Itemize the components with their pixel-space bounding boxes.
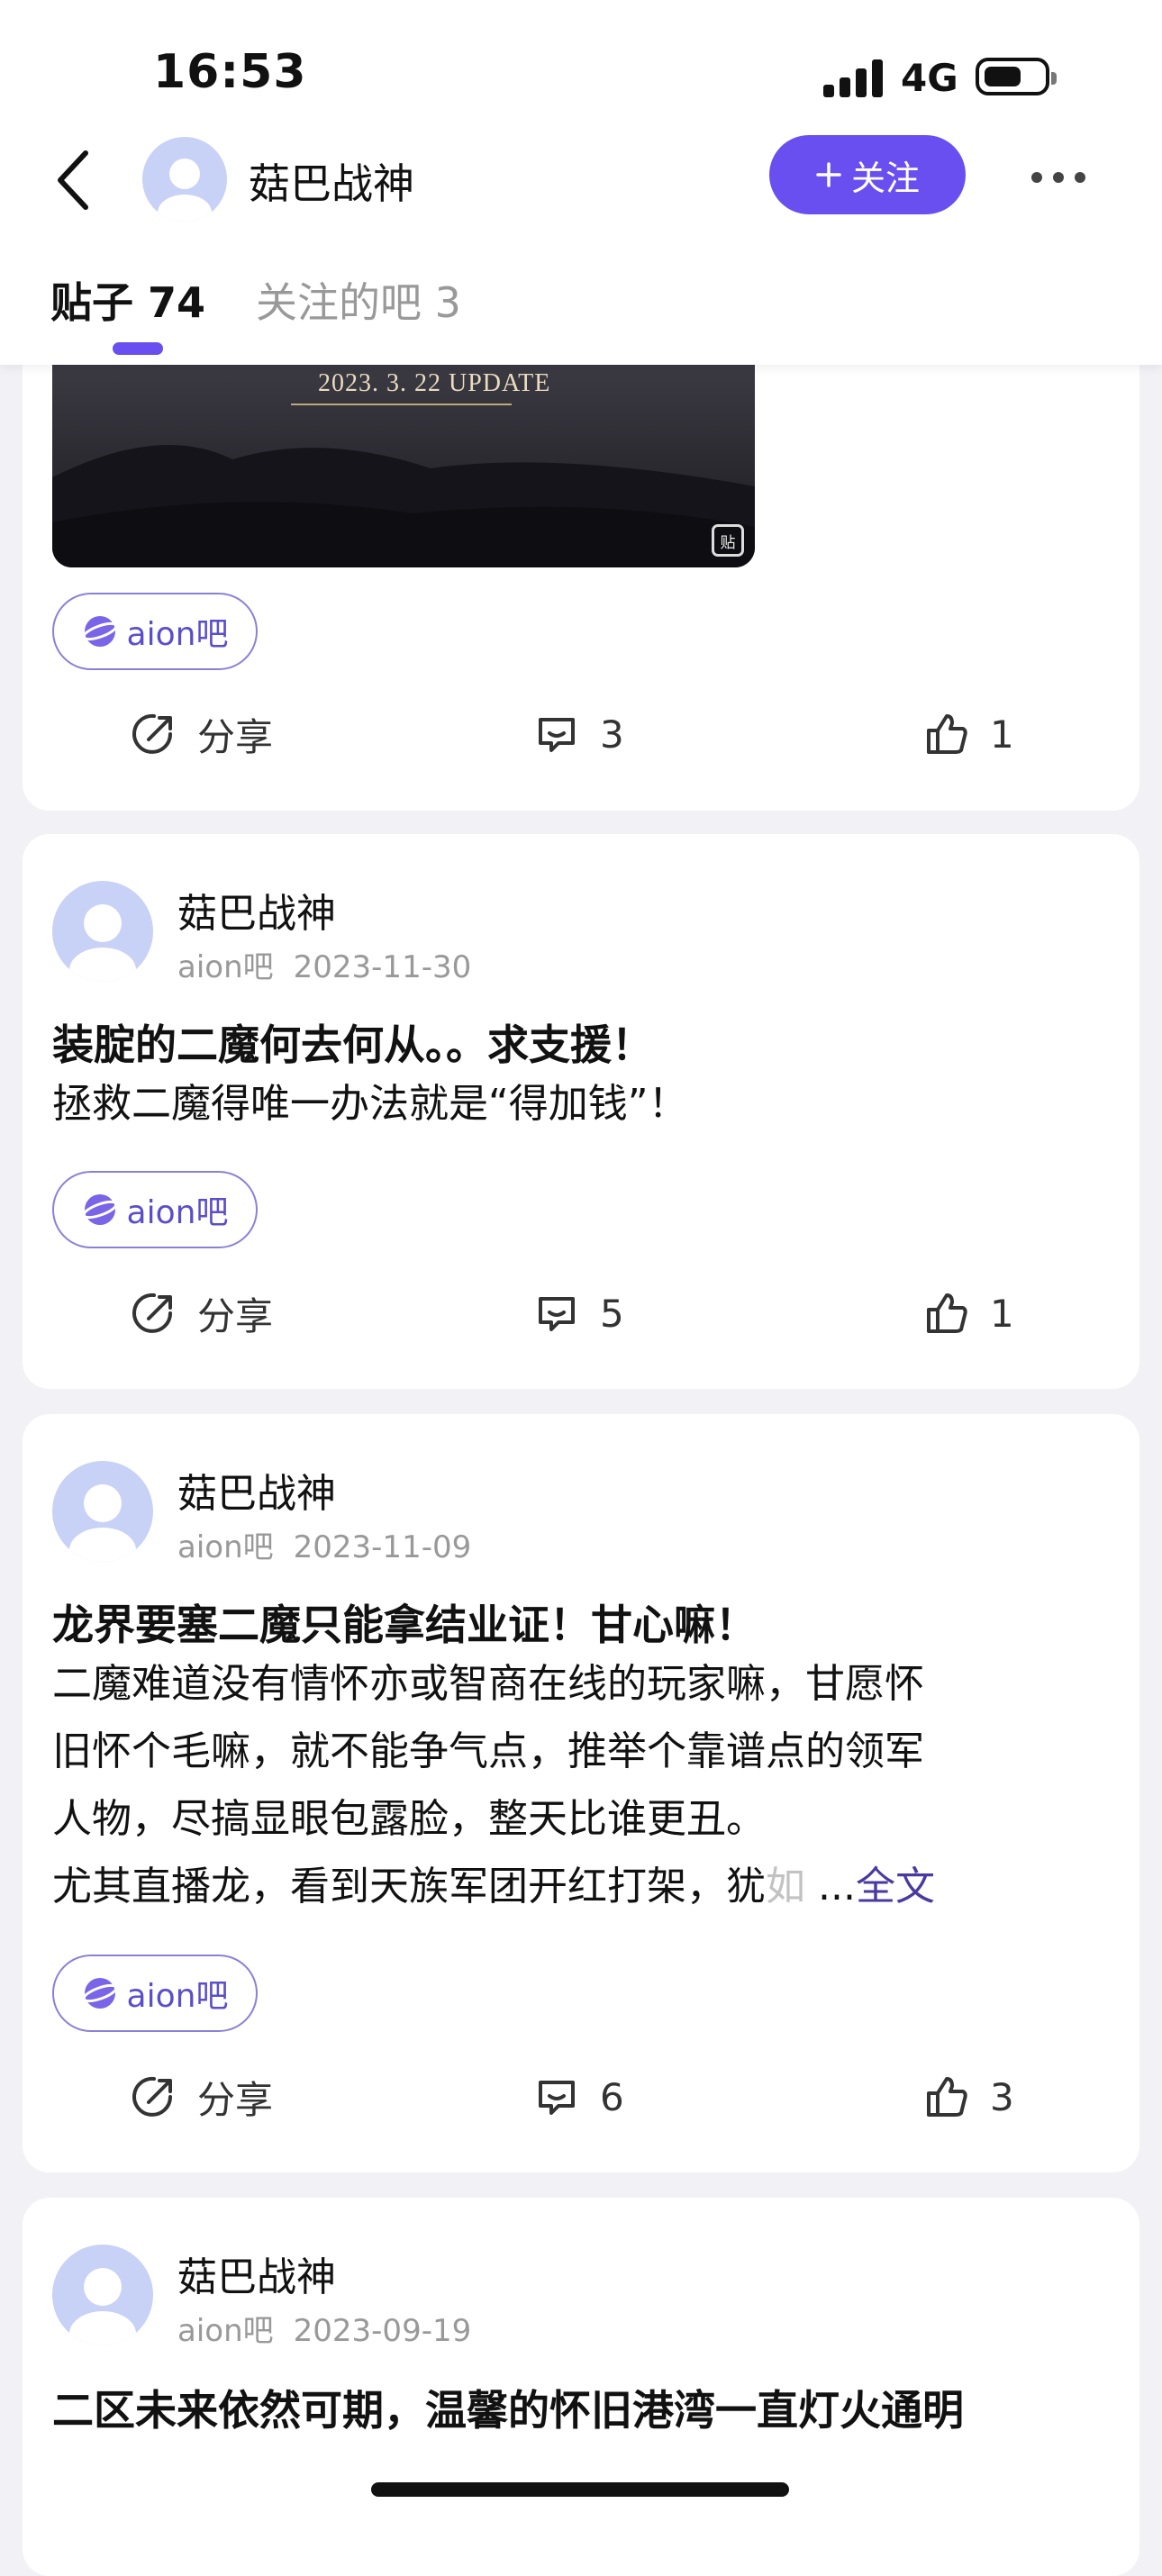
share-label: 分享 xyxy=(197,714,274,759)
author-avatar[interactable] xyxy=(52,2245,153,2345)
share-label: 分享 xyxy=(197,2077,274,2122)
comment-icon xyxy=(539,2081,575,2115)
post-card[interactable]: 菇巴战神 aion吧 2023-11-30 装腚的二魔何去何从。。求支援！ 拯救二… xyxy=(23,834,1139,1389)
author-name[interactable]: 菇巴战神 xyxy=(177,881,336,939)
network-type: 4G xyxy=(901,56,958,100)
thumbs-up-icon xyxy=(927,714,967,754)
back-arrow-icon[interactable] xyxy=(50,144,104,216)
image-divider xyxy=(291,404,512,405)
forum-tag-label: aion吧 xyxy=(126,1978,229,2015)
forum-tag[interactable]: aion吧 xyxy=(52,1171,258,1248)
post-title[interactable]: 龙界要塞二魔只能拿结业证！甘心嘛！ xyxy=(52,1594,1111,1655)
post-body-line: 尤其直播龙，看到天族军团开红打架，犹如 ...全文 xyxy=(52,1864,935,1909)
like-count: 3 xyxy=(990,2074,1014,2119)
post-body-fade: 如 xyxy=(766,1864,805,1909)
comment-count: 3 xyxy=(600,712,624,757)
post-date: 2023-11-30 xyxy=(293,949,472,985)
post-body-line: 旧怀个毛嘛，就不能争气点，推举个靠谱点的领军 xyxy=(52,1728,924,1774)
tab-posts[interactable]: 贴子 74 xyxy=(50,270,205,330)
post-body[interactable]: 拯救二魔得唯一办法就是“得加钱”！ xyxy=(52,1070,1111,1138)
image-caption: 2023. 3. 22 UPDATE xyxy=(318,369,551,397)
share-icon xyxy=(132,713,172,754)
like-count: 1 xyxy=(990,712,1014,757)
forum-tag-label: aion吧 xyxy=(126,1194,229,1231)
thumbs-up-icon xyxy=(927,2077,967,2117)
forum-tag-label: aion吧 xyxy=(126,616,229,653)
home-indicator[interactable] xyxy=(371,2482,789,2497)
profile-username: 菇巴战神 xyxy=(249,159,414,208)
like-button[interactable]: 1 xyxy=(921,1277,1014,1349)
plus-icon xyxy=(816,162,841,187)
post-body-line: 人物，尽搞显眼包露脸，整天比谁更丑。 xyxy=(52,1796,766,1842)
ellipsis: ... xyxy=(805,1864,856,1909)
comment-button[interactable]: 6 xyxy=(531,2061,624,2133)
post-card[interactable]: 菇巴战神 aion吧 2023-11-09 龙界要塞二魔只能拿结业证！甘心嘛！ 二… xyxy=(23,1414,1139,2172)
author-avatar[interactable] xyxy=(52,881,153,982)
signal-icon xyxy=(823,59,883,97)
post-forum: aion吧 xyxy=(177,1529,274,1565)
share-icon xyxy=(132,1293,172,1333)
post-card[interactable]: 菇巴战神 aion吧 2023-09-19 二区未来依然可期，温馨的怀旧港湾一直灯… xyxy=(23,2198,1139,2576)
more-options-icon[interactable] xyxy=(1031,164,1096,191)
comment-button[interactable]: 3 xyxy=(531,698,624,770)
comment-icon xyxy=(539,1297,575,1331)
author-name[interactable]: 菇巴战神 xyxy=(177,2245,336,2302)
post-actions: 分享 5 1 xyxy=(23,1277,1139,1349)
post-title[interactable]: 装腚的二魔何去何从。。求支援！ xyxy=(52,1014,1111,1075)
battery-icon xyxy=(976,58,1057,95)
like-count: 1 xyxy=(990,1291,1014,1336)
post-forum: aion吧 xyxy=(177,2313,274,2349)
post-meta: aion吧 2023-09-19 xyxy=(177,2306,491,2350)
share-button[interactable]: 分享 xyxy=(129,2061,273,2133)
share-label: 分享 xyxy=(197,1293,274,1338)
planet-icon xyxy=(82,616,118,647)
share-button[interactable]: 分享 xyxy=(129,698,273,770)
planet-icon xyxy=(82,1978,118,2009)
follow-label: 关注 xyxy=(850,158,920,198)
comment-count: 5 xyxy=(600,1291,624,1336)
thumbs-up-icon xyxy=(927,1293,967,1333)
follow-button[interactable]: 关注 xyxy=(769,135,966,214)
post-actions: 分享 6 3 xyxy=(23,2061,1139,2133)
post-forum: aion吧 xyxy=(177,949,274,985)
comment-count: 6 xyxy=(600,2074,624,2119)
like-button[interactable]: 3 xyxy=(921,2061,1014,2133)
read-more-link[interactable]: 全文 xyxy=(856,1864,935,1909)
post-body-line: 二魔难道没有情怀亦或智商在线的玩家嘛，甘愿怀 xyxy=(52,1661,924,1707)
profile-avatar[interactable] xyxy=(142,137,227,222)
post-meta: aion吧 2023-11-30 xyxy=(177,942,491,986)
tab-active-indicator xyxy=(113,342,163,355)
post-actions: 分享 3 1 xyxy=(23,698,1139,770)
top-header: 16:53 4G 菇巴战神 关注 贴子 74 关注的吧 3 xyxy=(0,0,1162,365)
post-date: 2023-11-09 xyxy=(293,1529,472,1565)
author-avatar[interactable] xyxy=(52,1461,153,1562)
like-button[interactable]: 1 xyxy=(921,698,1014,770)
post-title[interactable]: 二区未来依然可期，温馨的怀旧港湾一直灯火通明 xyxy=(52,2380,1111,2441)
forum-tag[interactable]: aion吧 xyxy=(52,593,258,670)
planet-icon xyxy=(82,1194,118,1225)
tab-followed-bars[interactable]: 关注的吧 3 xyxy=(256,270,461,330)
post-meta: aion吧 2023-11-09 xyxy=(177,1522,491,1566)
post-body[interactable]: 二魔难道没有情怀亦或智商在线的玩家嘛，甘愿怀 旧怀个毛嘛，就不能争气点，推举个靠… xyxy=(52,1650,1111,1920)
status-time: 16:53 xyxy=(153,45,307,99)
share-button[interactable]: 分享 xyxy=(129,1277,273,1349)
share-icon xyxy=(132,2076,172,2117)
post-date: 2023-09-19 xyxy=(293,2313,472,2349)
author-name[interactable]: 菇巴战神 xyxy=(177,1461,336,1519)
comment-button[interactable]: 5 xyxy=(531,1277,624,1349)
sticker-badge: 贴 xyxy=(712,524,744,557)
comment-icon xyxy=(539,718,575,752)
forum-tag[interactable]: aion吧 xyxy=(52,1955,258,2032)
